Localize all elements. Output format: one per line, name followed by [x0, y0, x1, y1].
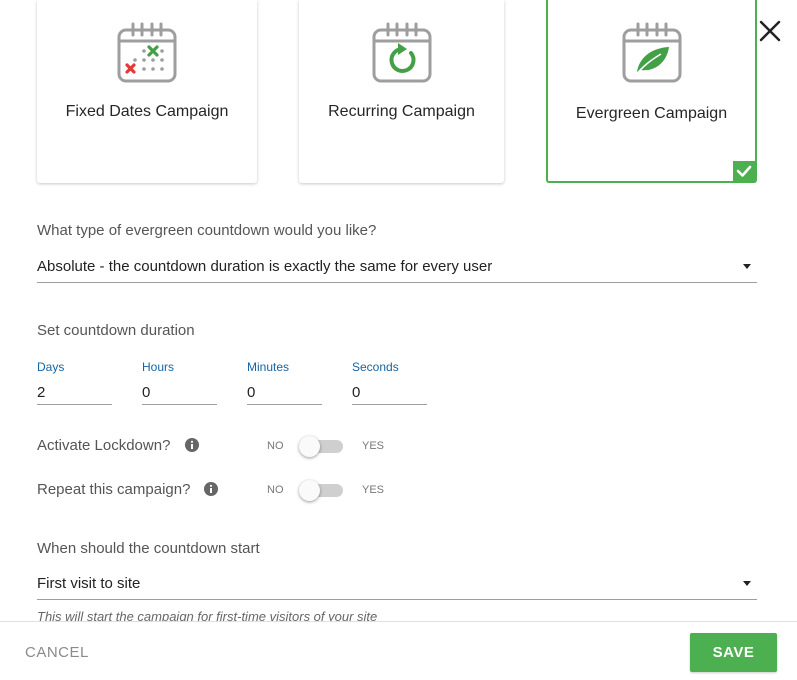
info-icon[interactable]: [185, 438, 199, 452]
lockdown-no-label: NO: [267, 440, 284, 452]
minutes-label: Minutes: [247, 360, 290, 374]
calendar-evergreen-leaf-icon: [622, 22, 681, 83]
fixed-dates-campaign-label: Fixed Dates Campaign: [65, 103, 229, 120]
close-icon: [759, 20, 781, 42]
countdown-type-question: What type of evergreen countdown would y…: [37, 222, 377, 239]
recurring-campaign-card[interactable]: Recurring Campaign: [299, 0, 504, 183]
repeat-label: Repeat this campaign?: [37, 481, 191, 498]
minutes-input[interactable]: [247, 380, 322, 405]
repeat-yes-label: YES: [362, 484, 385, 496]
seconds-field: Seconds: [352, 360, 427, 405]
duration-title: Set countdown duration: [37, 322, 195, 339]
hours-input[interactable]: [142, 380, 217, 405]
calendar-recurring-icon: [372, 22, 431, 83]
repeat-toggle[interactable]: [299, 479, 345, 501]
recurring-campaign-label: Recurring Campaign: [328, 103, 475, 120]
repeat-no-label: NO: [267, 484, 284, 496]
days-input[interactable]: [37, 380, 112, 405]
save-button[interactable]: SAVE: [690, 633, 777, 672]
seconds-label: Seconds: [352, 360, 399, 374]
calendar-fixed-dates-icon: [117, 22, 177, 83]
lockdown-toggle[interactable]: [299, 435, 345, 457]
info-icon[interactable]: [204, 482, 218, 496]
evergreen-campaign-label: Evergreen Campaign: [575, 105, 728, 122]
countdown-type-select[interactable]: Absolute - the countdown duration is exa…: [37, 251, 757, 283]
caret-down-icon: [743, 264, 751, 269]
checkmark-icon: [736, 165, 752, 177]
fixed-dates-campaign-card[interactable]: Fixed Dates Campaign: [37, 0, 257, 183]
close-button[interactable]: [757, 18, 783, 44]
countdown-start-select[interactable]: First visit to site: [37, 568, 757, 600]
dialog-footer: CANCEL SAVE: [0, 621, 797, 680]
seconds-input[interactable]: [352, 380, 427, 405]
countdown-type-value: Absolute - the countdown duration is exa…: [37, 258, 493, 275]
repeat-row: Repeat this campaign? NO YES: [37, 479, 437, 503]
toggle-thumb: [299, 480, 320, 501]
days-label: Days: [37, 360, 65, 374]
days-field: Days: [37, 360, 112, 405]
countdown-start-question: When should the countdown start: [37, 540, 260, 557]
lockdown-yes-label: YES: [362, 440, 385, 452]
lockdown-row: Activate Lockdown? NO YES: [37, 435, 437, 459]
selected-check-badge: [733, 161, 755, 181]
evergreen-campaign-card[interactable]: Evergreen Campaign: [546, 0, 757, 183]
minutes-field: Minutes: [247, 360, 322, 405]
hours-label: Hours: [142, 360, 175, 374]
countdown-start-value: First visit to site: [37, 575, 141, 592]
hours-field: Hours: [142, 360, 217, 405]
cancel-button[interactable]: CANCEL: [25, 644, 89, 661]
lockdown-label: Activate Lockdown?: [37, 437, 171, 454]
caret-down-icon: [743, 581, 751, 586]
toggle-thumb: [299, 436, 320, 457]
